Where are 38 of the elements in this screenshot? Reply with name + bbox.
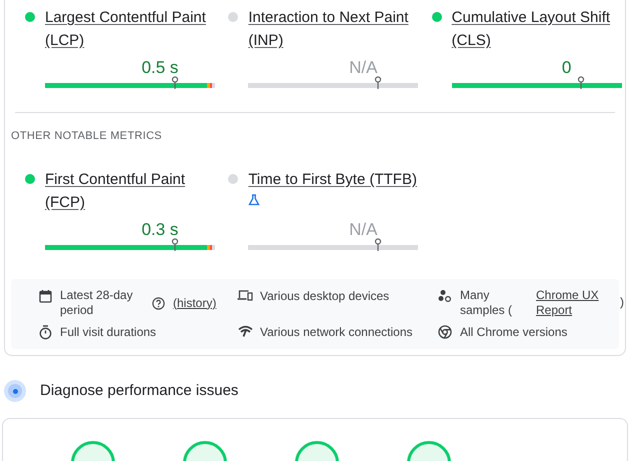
timer-icon: [38, 325, 52, 340]
signal-icon: [238, 325, 252, 337]
calendar-icon: [38, 289, 52, 303]
browser-icon: [438, 325, 452, 339]
percentile-marker-icon: [374, 238, 382, 251]
percentile-marker-icon: [374, 76, 382, 89]
info-text: ): [620, 295, 624, 310]
info-text: All Chrome versions: [460, 325, 568, 340]
metric-link[interactable]: Cumulative Layout Shift: [452, 6, 610, 29]
metric-abbreviation-link[interactable]: (INP): [248, 29, 284, 52]
metric-link[interactable]: Largest Contentful Paint: [45, 6, 206, 29]
section-title: Diagnose performance issues: [40, 381, 238, 401]
metric-abbreviation-link[interactable]: (LCP): [45, 29, 84, 52]
info-text: Latest 28-day period: [60, 288, 134, 318]
devices-icon: [237, 289, 253, 301]
metric-link[interactable]: Interaction to Next Paint: [248, 6, 408, 29]
metric-link[interactable]: Time to First Byte (TTFB): [248, 168, 417, 191]
metric-value: 0.5 s: [142, 57, 178, 79]
history-link[interactable]: (history): [173, 296, 216, 310]
metric-value: N/A: [349, 219, 378, 241]
section-heading: OTHER NOTABLE METRICS: [11, 129, 162, 144]
percentile-marker-icon: [170, 238, 179, 251]
metric-value: 0.3 s: [142, 219, 178, 241]
info-text: Full visit durations: [60, 325, 156, 340]
help-icon[interactable]: [152, 296, 165, 310]
metric-value: N/A: [349, 57, 378, 79]
metric-value: 0: [562, 57, 572, 79]
dots-icon: [438, 289, 452, 303]
info-text: Various network connections: [260, 325, 413, 340]
diagnose-icon: [4, 380, 26, 402]
percentile-marker-icon: [170, 76, 179, 89]
metric-abbreviation-link[interactable]: (FCP): [45, 191, 85, 214]
metric-abbreviation-link[interactable]: (CLS): [452, 29, 491, 52]
info-text: Various desktop devices: [260, 289, 390, 304]
info-text: Many samples (: [460, 288, 514, 318]
percentile-marker-icon: [577, 76, 586, 89]
report-link[interactable]: Chrome UX Report: [536, 288, 614, 318]
metric-link[interactable]: First Contentful Paint: [45, 168, 186, 191]
